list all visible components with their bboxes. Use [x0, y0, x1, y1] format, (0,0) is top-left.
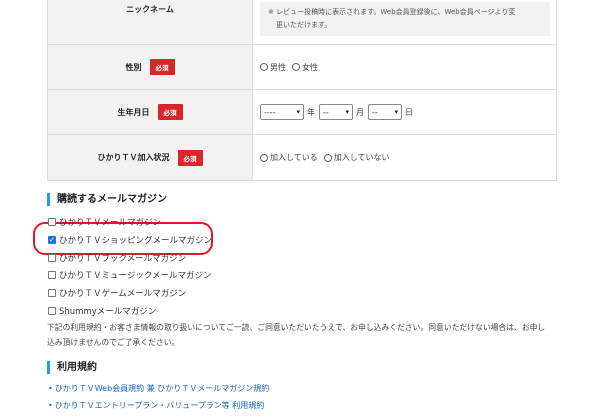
tv-status-options: 加入している 加入していない [253, 135, 556, 180]
nickname-note-line2: 更いただけます。 [276, 21, 332, 29]
magazine-item-shopping[interactable]: ✓ ひかりＴＶショッピングメールマガジン [48, 234, 212, 246]
magazine-item-music[interactable]: ひかりＴＶミュージックメールマガジン [48, 269, 212, 281]
bullet-icon: • [48, 384, 53, 393]
chevron-down-icon: ▾ [296, 108, 300, 116]
chevron-down-icon: ▾ [345, 108, 349, 116]
terms-section-title: 利用規約 [47, 361, 97, 374]
radio-circle[interactable] [260, 63, 268, 71]
tv-status-label-cell: ひかりＴＶ加入状況 必須 [48, 135, 253, 180]
terms-link-entry-plan[interactable]: • ひかりＴＶエントリープラン・バリュープラン等 利用規約 [48, 400, 264, 411]
radio-circle[interactable] [323, 153, 332, 162]
magazine-item-label: ひかりＴＶミュージックメールマガジン [59, 271, 212, 281]
birthdate-row: 生年月日 必須 ---- ▾ 年 -- ▾ 月 -- ▾ 日 [48, 90, 556, 135]
gender-label: 性別 [125, 62, 142, 72]
year-select-value: ---- [264, 107, 276, 117]
magazine-item-book[interactable]: ひかりＴＶブックメールマガジン [48, 252, 186, 264]
consent-notice: 下記の利用規約・お客さま情報の取り扱いについてご一読、ご同意いただいたうえで、お… [47, 320, 559, 350]
magazine-item-label: ひかりＴＶショッピングメールマガジン [59, 236, 213, 246]
nickname-note: ※ レビュー投稿時に表示されます。Web会員登録後に、Web会員ページより変 更… [260, 2, 550, 36]
gender-male-radio[interactable]: 男性 [260, 62, 286, 73]
magazine-section-title: 購読するメールマガジン [47, 193, 167, 206]
nickname-row: ニックネーム ※ レビュー投稿時に表示されます。Web会員登録後に、Web会員ペ… [48, 0, 556, 45]
consent-notice-line2: 込み頂けませんのでご了承ください。 [47, 338, 180, 347]
checkbox[interactable] [48, 218, 56, 226]
month-select-value: -- [323, 107, 329, 117]
tv-subscribed-radio[interactable]: 加入している [260, 152, 318, 163]
month-unit: 月 [356, 107, 364, 117]
gender-row: 性別 必須 男性 女性 [48, 45, 556, 90]
gender-female-radio[interactable]: 女性 [292, 62, 318, 73]
terms-link-web-member[interactable]: • ひかりＴＶWeb会員規約 兼 ひかりＴＶメールマガジン規約 [48, 383, 269, 394]
bullet-icon: • [48, 401, 53, 410]
month-select[interactable]: -- ▾ [319, 104, 353, 120]
magazine-item-label: ひかりＴＶブックメールマガジン [59, 254, 187, 264]
day-unit: 日 [405, 107, 413, 117]
terms-link-label[interactable]: ひかりＴＶWeb会員規約 兼 ひかりＴＶメールマガジン規約 [55, 384, 270, 393]
tv-status-row: ひかりＴＶ加入状況 必須 加入している 加入していない [48, 135, 556, 181]
nickname-note-line1: ※ レビュー投稿時に表示されます。Web会員登録後に、Web会員ページより変 [268, 8, 516, 16]
gender-male-label: 男性 [270, 62, 286, 72]
day-select-value: -- [372, 107, 378, 117]
checkbox-checked[interactable]: ✓ [48, 236, 56, 244]
required-badge: 必須 [157, 104, 183, 120]
year-unit: 年 [307, 107, 315, 117]
consent-notice-line1: 下記の利用規約・お客さま情報の取り扱いについてご一読、ご同意いただいたうえで、お… [47, 323, 546, 332]
birthdate-label-cell: 生年月日 必須 [48, 90, 253, 134]
nickname-label: ニックネーム [126, 5, 174, 14]
tv-not-subscribed-radio[interactable]: 加入していない [323, 152, 390, 163]
tv-not-subscribed-label: 加入していない [333, 153, 390, 162]
gender-female-label: 女性 [302, 62, 318, 72]
magazine-item-game[interactable]: ひかりＴＶゲームメールマガジン [48, 287, 186, 299]
checkbox[interactable] [48, 289, 56, 297]
birthdate-selects: ---- ▾ 年 -- ▾ 月 -- ▾ 日 [253, 90, 556, 134]
birthdate-label: 生年月日 [117, 107, 150, 117]
magazine-item-shummy[interactable]: Shummyメールマガジン [48, 305, 156, 317]
terms-link-label[interactable]: ひかりＴＶエントリープラン・バリュープラン等 利用規約 [55, 401, 265, 410]
checkbox[interactable] [48, 307, 56, 315]
nickname-label-cell: ニックネーム [48, 0, 253, 44]
member-form-table: ニックネーム ※ レビュー投稿時に表示されます。Web会員登録後に、Web会員ペ… [47, 0, 557, 181]
required-badge: 必須 [149, 59, 175, 75]
chevron-down-icon: ▾ [394, 108, 398, 116]
tv-status-label: ひかりＴＶ加入状況 [97, 153, 170, 162]
magazine-item-label: ひかりＴＶゲームメールマガジン [59, 289, 187, 299]
radio-circle[interactable] [260, 153, 268, 162]
checkbox[interactable] [48, 254, 56, 262]
day-select[interactable]: -- ▾ [368, 104, 402, 120]
required-badge: 必須 [177, 149, 203, 166]
magazine-item-label: Shummyメールマガジン [59, 307, 157, 317]
checkbox[interactable] [48, 271, 56, 279]
radio-circle[interactable] [292, 63, 300, 71]
year-select[interactable]: ---- ▾ [260, 104, 304, 120]
magazine-item-label: ひかりＴＶメールマガジン [59, 218, 162, 228]
gender-options: 男性 女性 [253, 45, 556, 89]
gender-label-cell: 性別 必須 [48, 45, 253, 89]
tv-subscribed-label: 加入している [270, 153, 318, 162]
magazine-item-tv[interactable]: ひかりＴＶメールマガジン [48, 216, 161, 228]
nickname-value-cell: ※ レビュー投稿時に表示されます。Web会員登録後に、Web会員ページより変 更… [253, 0, 556, 44]
